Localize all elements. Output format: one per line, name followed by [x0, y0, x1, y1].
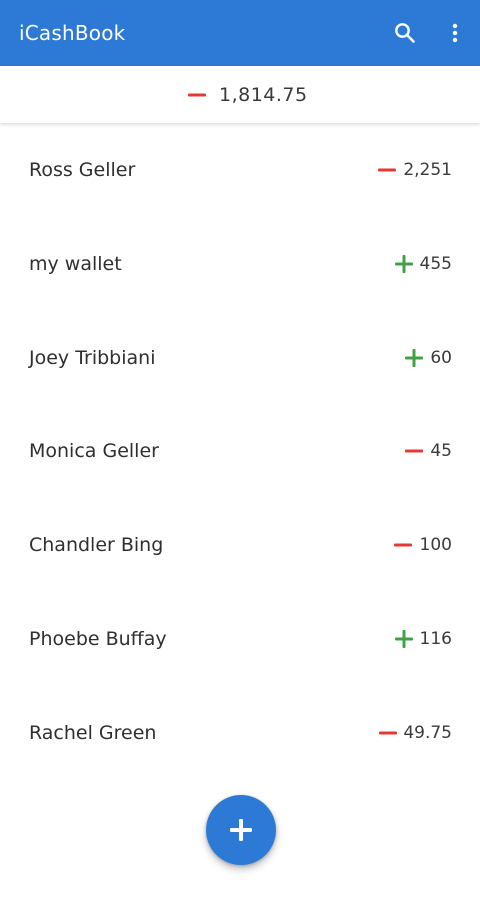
total-balance-amount: 1,814.75	[219, 84, 308, 106]
app-title: iCashBook	[19, 21, 126, 45]
more-options-button[interactable]	[435, 13, 475, 53]
account-name: Chandler Bing	[29, 534, 164, 556]
account-balance: 2,251	[403, 160, 452, 180]
total-minus-icon	[188, 93, 206, 97]
account-row[interactable]: Monica Geller 45	[0, 404, 480, 498]
account-name: Ross Geller	[29, 159, 136, 181]
app-bar: iCashBook	[0, 0, 480, 66]
account-row[interactable]: my wallet 455	[0, 217, 480, 311]
account-name: Phoebe Buffay	[29, 628, 167, 650]
account-balance: 455	[419, 254, 452, 274]
add-icon	[230, 819, 252, 841]
search-button[interactable]	[385, 13, 425, 53]
account-balance: 116	[419, 629, 452, 649]
account-row[interactable]: Phoebe Buffay 116	[0, 592, 480, 686]
account-balance: 60	[430, 348, 452, 368]
minus-icon	[394, 543, 412, 547]
account-row[interactable]: Chandler Bing 100	[0, 498, 480, 592]
account-balance: 45	[430, 441, 452, 461]
account-name: Joey Tribbiani	[29, 347, 156, 369]
minus-icon	[405, 449, 423, 453]
account-balance: 100	[419, 535, 452, 555]
account-row[interactable]: Rachel Green 49.75	[0, 686, 480, 780]
account-name: Rachel Green	[29, 722, 157, 744]
account-name: my wallet	[29, 253, 122, 275]
minus-icon	[378, 168, 396, 172]
account-balance: 49.75	[403, 723, 452, 743]
plus-icon	[395, 630, 413, 648]
minus-icon	[379, 731, 397, 735]
search-icon	[395, 23, 415, 43]
plus-icon	[395, 255, 413, 273]
plus-icon	[405, 349, 423, 367]
account-row[interactable]: Joey Tribbiani 60	[0, 311, 480, 405]
account-row[interactable]: Ross Geller 2,251	[0, 123, 480, 217]
account-name: Monica Geller	[29, 440, 159, 462]
add-account-fab[interactable]	[206, 795, 276, 865]
more-vert-icon	[452, 23, 458, 43]
